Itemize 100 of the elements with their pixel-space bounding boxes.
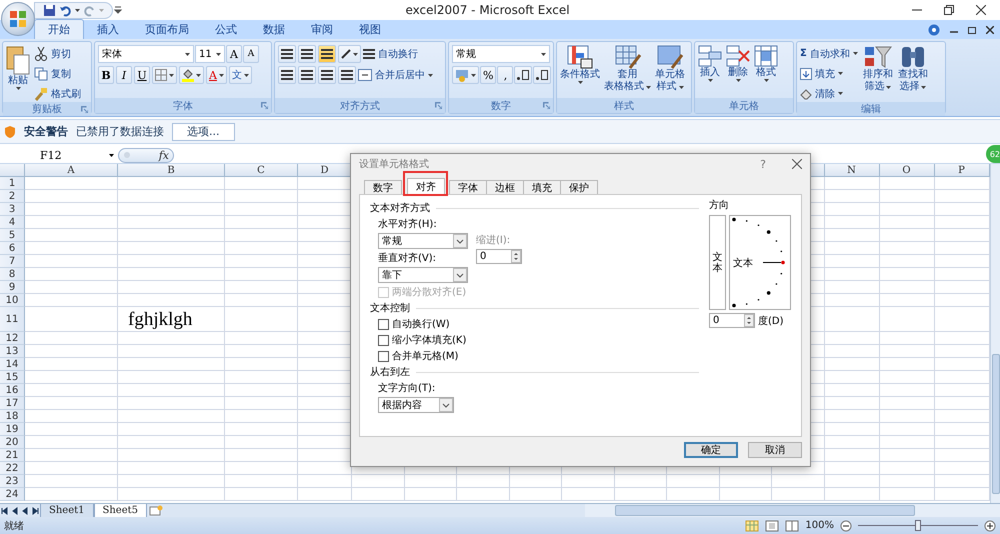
- horizontal-scrollbar[interactable]: [585, 504, 1000, 517]
- row-header[interactable]: 14: [0, 358, 25, 371]
- font-name-field[interactable]: 宋体: [98, 45, 194, 63]
- percent-button[interactable]: %: [480, 66, 496, 84]
- bold-button[interactable]: B: [98, 66, 114, 84]
- column-header[interactable]: B: [118, 164, 225, 177]
- ribbon-button[interactable]: 套用 表格格式: [604, 45, 651, 93]
- indent-field[interactable]: 0: [476, 249, 522, 264]
- decimal-button[interactable]: [514, 66, 532, 84]
- align-button[interactable]: [318, 45, 336, 63]
- ribbon-button[interactable]: 格式刷: [34, 85, 81, 102]
- borders-button[interactable]: [152, 66, 177, 84]
- ribbon-tab[interactable]: 公式: [202, 20, 250, 39]
- ribbon-button[interactable]: 合并后居中: [358, 66, 433, 84]
- italic-button[interactable]: I: [116, 66, 132, 84]
- ribbon-button[interactable]: 剪切: [34, 45, 81, 62]
- row-header[interactable]: 18: [0, 410, 25, 423]
- underline-button[interactable]: U: [134, 66, 150, 84]
- horizontal-select[interactable]: 常规: [378, 233, 468, 249]
- zoom-slider[interactable]: [858, 520, 978, 532]
- dialog-tab[interactable]: 填充: [523, 180, 561, 194]
- align-button[interactable]: [298, 45, 316, 63]
- dialog-button[interactable]: 取消: [748, 442, 802, 458]
- ribbon-tab[interactable]: 视图: [346, 20, 394, 39]
- ribbon-tab[interactable]: 插入: [84, 20, 132, 39]
- number-format-field[interactable]: 常规: [452, 45, 550, 63]
- row-header[interactable]: 21: [0, 449, 25, 462]
- dialog-tab[interactable]: 对齐: [407, 178, 445, 194]
- ribbon-tab[interactable]: 数据: [250, 20, 298, 39]
- sheet-tab[interactable]: Sheet1: [40, 504, 94, 518]
- ribbon-button[interactable]: Σ 自动求和: [800, 45, 858, 62]
- align-button[interactable]: [318, 66, 336, 84]
- shrink-font-button[interactable]: A: [243, 45, 259, 63]
- row-header[interactable]: 23: [0, 475, 25, 488]
- indent-button[interactable]: [338, 66, 356, 84]
- vertical-select[interactable]: 靠下: [378, 267, 468, 283]
- ribbon-button[interactable]: 排序和 筛选: [862, 45, 893, 93]
- column-header[interactable]: D: [298, 164, 352, 177]
- row-header[interactable]: 5: [0, 229, 25, 242]
- comma-button[interactable]: ,: [497, 66, 514, 84]
- options-button[interactable]: 选项...: [172, 122, 234, 140]
- ribbon-button[interactable]: 查找和 选择: [898, 45, 928, 93]
- row-header[interactable]: 2: [0, 190, 25, 203]
- align-button[interactable]: [298, 66, 316, 84]
- phonetic-button[interactable]: 文: [228, 66, 252, 84]
- ribbon-tab[interactable]: 开始: [34, 19, 84, 39]
- column-header[interactable]: N: [824, 164, 880, 177]
- row-header[interactable]: 6: [0, 242, 25, 255]
- grow-font-button[interactable]: A: [226, 45, 242, 63]
- row-header[interactable]: 19: [0, 423, 25, 436]
- row-header[interactable]: 16: [0, 384, 25, 397]
- sheet-tab[interactable]: Sheet5: [94, 504, 148, 518]
- column-header[interactable]: O: [880, 164, 934, 177]
- row-header[interactable]: 22: [0, 462, 25, 475]
- dialog-tab[interactable]: 字体: [449, 180, 487, 194]
- row-header[interactable]: 7: [0, 255, 25, 268]
- ribbon-button[interactable]: 删除: [726, 45, 750, 82]
- decimal-button[interactable]: [533, 66, 552, 84]
- checkbox[interactable]: 缩小字体填充(K): [378, 333, 699, 347]
- ribbon-button[interactable]: 插入: [698, 45, 722, 82]
- ribbon-button[interactable]: 清除: [800, 85, 858, 102]
- paste-button[interactable]: 粘贴: [6, 45, 30, 90]
- ribbon-button[interactable]: 条件格式: [560, 45, 600, 84]
- font-color-button[interactable]: A: [206, 66, 227, 84]
- ribbon-button[interactable]: 单元格 样式: [655, 45, 685, 93]
- row-header[interactable]: 13: [0, 345, 25, 358]
- row-header[interactable]: 15: [0, 371, 25, 384]
- ribbon-button[interactable]: 填充: [800, 65, 858, 82]
- direction-select[interactable]: 根据内容: [378, 397, 454, 413]
- dialog-tab[interactable]: 边框: [486, 180, 524, 194]
- checkbox[interactable]: 合并单元格(M): [378, 349, 699, 363]
- row-header[interactable]: 8: [0, 268, 25, 281]
- row-header[interactable]: 12: [0, 332, 25, 345]
- row-header[interactable]: 1: [0, 177, 25, 190]
- help-button[interactable]: ?: [760, 158, 766, 170]
- row-header[interactable]: 9: [0, 281, 25, 294]
- dialog-tab[interactable]: 保护: [560, 180, 598, 194]
- ribbon-button[interactable]: 复制: [34, 65, 81, 82]
- row-header[interactable]: 20: [0, 436, 25, 449]
- row-header[interactable]: 3: [0, 203, 25, 216]
- row-header[interactable]: 4: [0, 216, 25, 229]
- align-button[interactable]: [278, 45, 296, 63]
- dialog-button[interactable]: 确定: [684, 442, 738, 458]
- row-header[interactable]: 24: [0, 488, 25, 501]
- column-header[interactable]: A: [25, 164, 118, 177]
- checkbox[interactable]: 自动换行(W): [378, 317, 699, 331]
- ribbon-tab[interactable]: 审阅: [298, 20, 346, 39]
- column-header[interactable]: C: [225, 164, 298, 177]
- row-header[interactable]: 17: [0, 397, 25, 410]
- column-header[interactable]: P: [934, 164, 990, 177]
- orientation-dial[interactable]: 文本: [729, 215, 791, 310]
- fill-color-button[interactable]: [179, 66, 204, 84]
- font-size-field[interactable]: 11: [195, 45, 225, 63]
- name-box[interactable]: F12: [0, 147, 118, 163]
- ribbon-tab[interactable]: 页面布局: [132, 20, 202, 39]
- ribbon-button[interactable]: 格式: [754, 45, 778, 82]
- vertical-scrollbar[interactable]: [990, 164, 1000, 503]
- vertical-text-button[interactable]: 文本: [709, 215, 726, 310]
- ribbon-button[interactable]: 自动换行: [363, 46, 418, 62]
- slider-thumb[interactable]: [915, 520, 921, 530]
